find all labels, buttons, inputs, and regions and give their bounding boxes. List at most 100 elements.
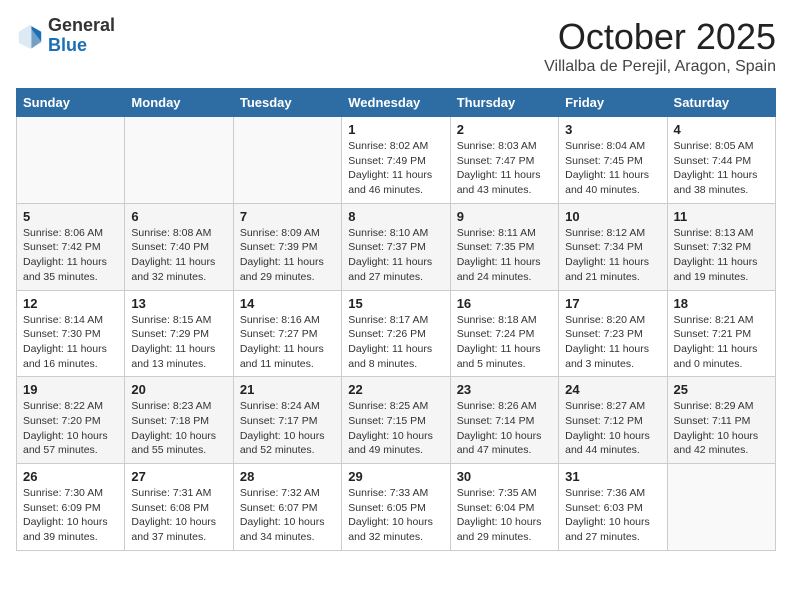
day-cell: 15 Sunrise: 8:17 AMSunset: 7:26 PMDayligh… <box>342 290 450 377</box>
day-cell: 24 Sunrise: 8:27 AMSunset: 7:12 PMDayligh… <box>559 377 667 464</box>
week-row-2: 5Sunrise: 8:06 AMSunset: 7:42 PMDaylight… <box>17 203 776 290</box>
day-number: 24 <box>565 382 660 397</box>
weekday-header-wednesday: Wednesday <box>342 89 450 117</box>
day-info: Sunrise: 8:02 AMSunset: 7:49 PMDaylight:… <box>348 139 443 198</box>
day-info: Sunrise: 8:18 AMSunset: 7:24 PMDaylight:… <box>457 313 552 372</box>
day-info: Sunrise: 7:31 AMSunset: 6:08 PMDaylight:… <box>131 486 226 545</box>
day-number: 6 <box>131 209 226 224</box>
title-block: October 2025 Villalba de Perejil, Aragon… <box>544 16 776 76</box>
week-row-3: 12 Sunrise: 8:14 AMSunset: 7:30 PMDayligh… <box>17 290 776 377</box>
day-number: 2 <box>457 122 552 137</box>
day-cell: 1 Sunrise: 8:02 AMSunset: 7:49 PMDaylight… <box>342 117 450 204</box>
day-info: Sunrise: 8:03 AMSunset: 7:47 PMDaylight:… <box>457 139 552 198</box>
logo: General Blue <box>16 16 115 56</box>
day-info: Sunrise: 7:33 AMSunset: 6:05 PMDaylight:… <box>348 486 443 545</box>
day-cell: 14 Sunrise: 8:16 AMSunset: 7:27 PMDayligh… <box>233 290 341 377</box>
day-info: Sunrise: 8:15 AMSunset: 7:29 PMDaylight:… <box>131 313 226 372</box>
day-cell: 18Sunrise: 8:21 AMSunset: 7:21 PMDayligh… <box>667 290 775 377</box>
day-info: Sunrise: 8:26 AMSunset: 7:14 PMDaylight:… <box>457 399 552 458</box>
day-info: Sunrise: 8:06 AMSunset: 7:42 PMDaylight:… <box>23 226 118 285</box>
day-cell: 8 Sunrise: 8:10 AMSunset: 7:37 PMDaylight… <box>342 203 450 290</box>
day-info: Sunrise: 8:20 AMSunset: 7:23 PMDaylight:… <box>565 313 660 372</box>
day-info: Sunrise: 8:21 AMSunset: 7:21 PMDaylight:… <box>674 313 769 372</box>
day-number: 27 <box>131 469 226 484</box>
day-number: 26 <box>23 469 118 484</box>
day-number: 30 <box>457 469 552 484</box>
day-info: Sunrise: 8:05 AMSunset: 7:44 PMDaylight:… <box>674 139 769 198</box>
day-cell: 5Sunrise: 8:06 AMSunset: 7:42 PMDaylight… <box>17 203 125 290</box>
day-number: 15 <box>348 296 443 311</box>
day-info: Sunrise: 8:10 AMSunset: 7:37 PMDaylight:… <box>348 226 443 285</box>
week-row-1: 1 Sunrise: 8:02 AMSunset: 7:49 PMDaylight… <box>17 117 776 204</box>
day-info: Sunrise: 7:30 AMSunset: 6:09 PMDaylight:… <box>23 486 118 545</box>
day-cell: 28Sunrise: 7:32 AMSunset: 6:07 PMDayligh… <box>233 464 341 551</box>
day-info: Sunrise: 8:11 AMSunset: 7:35 PMDaylight:… <box>457 226 552 285</box>
day-cell: 13 Sunrise: 8:15 AMSunset: 7:29 PMDayligh… <box>125 290 233 377</box>
day-number: 29 <box>348 469 443 484</box>
day-info: Sunrise: 7:32 AMSunset: 6:07 PMDaylight:… <box>240 486 335 545</box>
day-cell: 16 Sunrise: 8:18 AMSunset: 7:24 PMDayligh… <box>450 290 558 377</box>
logo-text: General Blue <box>48 16 115 56</box>
day-number: 12 <box>23 296 118 311</box>
day-cell: 20 Sunrise: 8:23 AMSunset: 7:18 PMDayligh… <box>125 377 233 464</box>
day-cell: 2 Sunrise: 8:03 AMSunset: 7:47 PMDaylight… <box>450 117 558 204</box>
day-number: 7 <box>240 209 335 224</box>
day-number: 20 <box>131 382 226 397</box>
week-row-5: 26 Sunrise: 7:30 AMSunset: 6:09 PMDayligh… <box>17 464 776 551</box>
day-info: Sunrise: 8:17 AMSunset: 7:26 PMDaylight:… <box>348 313 443 372</box>
day-number: 16 <box>457 296 552 311</box>
day-info: Sunrise: 8:27 AMSunset: 7:12 PMDaylight:… <box>565 399 660 458</box>
weekday-header-row: SundayMondayTuesdayWednesdayThursdayFrid… <box>17 89 776 117</box>
day-cell: 9Sunrise: 8:11 AMSunset: 7:35 PMDaylight… <box>450 203 558 290</box>
day-cell <box>125 117 233 204</box>
day-cell: 31 Sunrise: 7:36 AMSunset: 6:03 PMDayligh… <box>559 464 667 551</box>
logo-icon <box>16 22 44 50</box>
day-info: Sunrise: 8:13 AMSunset: 7:32 PMDaylight:… <box>674 226 769 285</box>
logo-blue: Blue <box>48 36 115 56</box>
day-number: 22 <box>348 382 443 397</box>
day-number: 1 <box>348 122 443 137</box>
day-cell: 11Sunrise: 8:13 AMSunset: 7:32 PMDayligh… <box>667 203 775 290</box>
day-cell: 4Sunrise: 8:05 AMSunset: 7:44 PMDaylight… <box>667 117 775 204</box>
day-info: Sunrise: 8:29 AMSunset: 7:11 PMDaylight:… <box>674 399 769 458</box>
day-cell: 26 Sunrise: 7:30 AMSunset: 6:09 PMDayligh… <box>17 464 125 551</box>
day-cell: 27 Sunrise: 7:31 AMSunset: 6:08 PMDayligh… <box>125 464 233 551</box>
day-info: Sunrise: 8:16 AMSunset: 7:27 PMDaylight:… <box>240 313 335 372</box>
day-info: Sunrise: 8:23 AMSunset: 7:18 PMDaylight:… <box>131 399 226 458</box>
day-number: 8 <box>348 209 443 224</box>
calendar: SundayMondayTuesdayWednesdayThursdayFrid… <box>16 88 776 551</box>
day-info: Sunrise: 8:25 AMSunset: 7:15 PMDaylight:… <box>348 399 443 458</box>
day-info: Sunrise: 8:04 AMSunset: 7:45 PMDaylight:… <box>565 139 660 198</box>
weekday-header-sunday: Sunday <box>17 89 125 117</box>
day-cell: 3 Sunrise: 8:04 AMSunset: 7:45 PMDaylight… <box>559 117 667 204</box>
weekday-header-friday: Friday <box>559 89 667 117</box>
day-cell: 23 Sunrise: 8:26 AMSunset: 7:14 PMDayligh… <box>450 377 558 464</box>
day-number: 31 <box>565 469 660 484</box>
day-cell: 10Sunrise: 8:12 AMSunset: 7:34 PMDayligh… <box>559 203 667 290</box>
day-cell: 21Sunrise: 8:24 AMSunset: 7:17 PMDayligh… <box>233 377 341 464</box>
day-cell <box>667 464 775 551</box>
weekday-header-saturday: Saturday <box>667 89 775 117</box>
day-number: 13 <box>131 296 226 311</box>
day-cell <box>233 117 341 204</box>
page-header: General Blue October 2025 Villalba de Pe… <box>16 16 776 76</box>
day-number: 19 <box>23 382 118 397</box>
day-number: 23 <box>457 382 552 397</box>
day-info: Sunrise: 8:12 AMSunset: 7:34 PMDaylight:… <box>565 226 660 285</box>
day-info: Sunrise: 7:35 AMSunset: 6:04 PMDaylight:… <box>457 486 552 545</box>
day-info: Sunrise: 7:36 AMSunset: 6:03 PMDaylight:… <box>565 486 660 545</box>
day-cell: 17Sunrise: 8:20 AMSunset: 7:23 PMDayligh… <box>559 290 667 377</box>
day-number: 21 <box>240 382 335 397</box>
day-number: 3 <box>565 122 660 137</box>
day-info: Sunrise: 8:22 AMSunset: 7:20 PMDaylight:… <box>23 399 118 458</box>
day-cell: 22 Sunrise: 8:25 AMSunset: 7:15 PMDayligh… <box>342 377 450 464</box>
day-number: 25 <box>674 382 769 397</box>
weekday-header-tuesday: Tuesday <box>233 89 341 117</box>
logo-general: General <box>48 16 115 36</box>
month-title: October 2025 <box>544 16 776 58</box>
day-cell: 25 Sunrise: 8:29 AMSunset: 7:11 PMDayligh… <box>667 377 775 464</box>
day-cell: 29 Sunrise: 7:33 AMSunset: 6:05 PMDayligh… <box>342 464 450 551</box>
day-info: Sunrise: 8:14 AMSunset: 7:30 PMDaylight:… <box>23 313 118 372</box>
day-cell: 12 Sunrise: 8:14 AMSunset: 7:30 PMDayligh… <box>17 290 125 377</box>
day-number: 14 <box>240 296 335 311</box>
